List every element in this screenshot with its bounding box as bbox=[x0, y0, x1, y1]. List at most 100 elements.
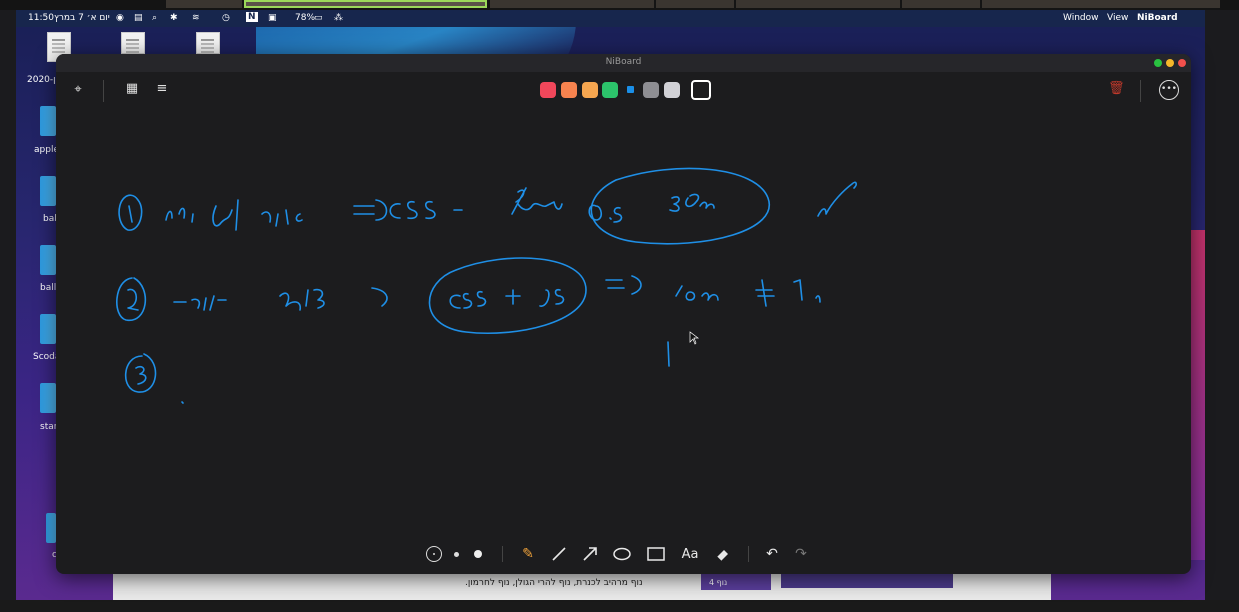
participants-strip bbox=[0, 0, 1239, 10]
battery-percent: 78% bbox=[295, 13, 316, 23]
background-banner bbox=[781, 574, 953, 588]
background-page-text: נוף מרהיב לכנרת, נוף להרי הגולן, נוף לחר… bbox=[465, 578, 643, 588]
participant-thumb[interactable] bbox=[982, 0, 1220, 8]
ink-stroke bbox=[353, 199, 388, 221]
ink-stroke bbox=[588, 204, 623, 223]
ellipse-tool-icon[interactable] bbox=[610, 542, 634, 566]
color-swatch-orange[interactable] bbox=[561, 82, 577, 98]
whiteboard-canvas[interactable] bbox=[56, 110, 1191, 534]
lasso-icon[interactable]: ⌖ bbox=[70, 82, 86, 97]
battery-icon[interactable]: ▭ bbox=[314, 13, 323, 23]
bluetooth-icon[interactable]: ✱ bbox=[170, 13, 178, 23]
notion-icon[interactable]: N bbox=[246, 12, 258, 22]
close-window-button[interactable] bbox=[1178, 59, 1186, 67]
menu-icon[interactable]: ≡ bbox=[153, 81, 171, 96]
trash-icon[interactable]: 🗑 bbox=[1108, 81, 1125, 96]
color-swatch-yellow[interactable] bbox=[582, 82, 598, 98]
toolbar-divider bbox=[502, 546, 503, 562]
niboard-window: NiBoard ⌖ ▦ ≡ 🗑 ••• ✎ Aa ↶ ↷ bbox=[56, 54, 1191, 574]
ink-stroke bbox=[449, 290, 487, 309]
ink-stroke bbox=[261, 209, 303, 227]
folder-label: star bbox=[40, 422, 58, 432]
color-swatch-gray[interactable] bbox=[643, 82, 659, 98]
folder-icon[interactable] bbox=[40, 383, 56, 413]
menu-app-name[interactable]: NiBoard bbox=[1137, 13, 1178, 23]
background-page-tag: 4 נוף bbox=[701, 574, 771, 590]
folder-icon[interactable] bbox=[40, 176, 56, 206]
ink-stroke bbox=[539, 288, 565, 307]
more-options-icon[interactable]: ••• bbox=[1159, 80, 1179, 100]
desktop-file-icon[interactable] bbox=[196, 32, 220, 54]
toolbar-divider bbox=[1140, 80, 1141, 102]
ink-stroke bbox=[118, 194, 143, 231]
ink-stroke bbox=[173, 295, 227, 311]
folder-icon[interactable] bbox=[40, 106, 56, 136]
ink-stroke bbox=[793, 279, 821, 303]
wifi-icon[interactable]: ≋ bbox=[192, 13, 200, 23]
text-tool-icon[interactable]: Aa bbox=[678, 542, 702, 566]
top-toolbar: ⌖ ▦ ≡ 🗑 ••• bbox=[56, 72, 1191, 110]
folder-label: bal bbox=[43, 214, 57, 224]
menu-window[interactable]: Window bbox=[1063, 13, 1099, 23]
time-machine-icon[interactable]: ◷ bbox=[222, 13, 230, 23]
pen-size-medium-icon[interactable] bbox=[444, 542, 468, 566]
redo-icon[interactable]: ↷ bbox=[789, 542, 813, 566]
display-icon[interactable]: ▣ bbox=[268, 13, 277, 23]
eraser-tool-icon[interactable] bbox=[710, 542, 734, 566]
minimize-window-button[interactable] bbox=[1166, 59, 1174, 67]
participant-thumb-active[interactable] bbox=[244, 0, 487, 8]
background-page: נוף מרהיב לכנרת, נוף להרי הגולן, נוף לחר… bbox=[113, 574, 1051, 600]
pen-size-large-icon[interactable] bbox=[466, 542, 490, 566]
grid-icon[interactable]: ▦ bbox=[124, 81, 140, 96]
undo-icon[interactable]: ↶ bbox=[760, 542, 784, 566]
menu-view[interactable]: View bbox=[1107, 13, 1128, 23]
participant-thumb[interactable] bbox=[490, 0, 654, 8]
search-icon[interactable]: ⌕ bbox=[152, 13, 157, 23]
ink-stroke bbox=[116, 277, 147, 321]
siri-icon[interactable]: ◉ bbox=[116, 13, 124, 23]
color-swatch-red[interactable] bbox=[540, 82, 556, 98]
arrow-tool-icon[interactable] bbox=[578, 542, 602, 566]
ink-stroke bbox=[605, 275, 642, 295]
participant-thumb[interactable] bbox=[656, 0, 734, 8]
background-tag-label: 4 נוף bbox=[709, 578, 728, 587]
color-swatch-light-gray[interactable] bbox=[664, 82, 680, 98]
ink-stroke bbox=[755, 279, 775, 307]
ink-stroke bbox=[279, 288, 325, 311]
participant-thumb[interactable] bbox=[166, 0, 242, 8]
ink-stroke bbox=[124, 353, 157, 393]
toolbar-divider bbox=[103, 80, 104, 102]
menubar-time[interactable]: 11:50 bbox=[28, 13, 54, 23]
participant-thumb[interactable] bbox=[736, 0, 900, 8]
participant-thumb[interactable] bbox=[902, 0, 980, 8]
ink-stroke bbox=[675, 285, 719, 301]
ink-stroke bbox=[389, 200, 436, 220]
rectangle-tool-icon[interactable] bbox=[644, 542, 668, 566]
color-swatch-blue[interactable] bbox=[627, 86, 634, 93]
color-swatch-white-selected[interactable] bbox=[691, 80, 711, 100]
ink-stroke bbox=[371, 287, 388, 307]
ink-stroke bbox=[667, 341, 670, 367]
bottom-toolbar: ✎ Aa ↶ ↷ bbox=[56, 534, 1191, 574]
pen-tool-icon[interactable]: ✎ bbox=[516, 542, 540, 566]
mouse-cursor-icon bbox=[689, 331, 700, 345]
zoom-window-button[interactable] bbox=[1154, 59, 1162, 67]
window-titlebar[interactable]: NiBoard bbox=[56, 54, 1191, 72]
ink-stroke bbox=[817, 181, 857, 217]
zoom-controls-bar bbox=[0, 600, 1239, 612]
line-tool-icon[interactable] bbox=[547, 542, 571, 566]
user-switch-icon[interactable]: ⁂ bbox=[334, 13, 343, 23]
ink-stroke bbox=[505, 289, 521, 305]
folder-icon[interactable] bbox=[40, 245, 56, 275]
color-swatch-green[interactable] bbox=[602, 82, 618, 98]
folder-icon[interactable] bbox=[46, 513, 56, 543]
pen-size-small-icon[interactable] bbox=[422, 542, 446, 566]
ink-stroke bbox=[511, 187, 563, 215]
control-center-icon[interactable]: ▤ bbox=[134, 13, 143, 23]
desktop-file-icon[interactable] bbox=[121, 32, 145, 54]
toolbar-divider bbox=[748, 546, 749, 562]
folder-icon[interactable] bbox=[40, 314, 56, 344]
ink-stroke bbox=[669, 193, 715, 212]
ink-stroke bbox=[590, 167, 771, 245]
menubar-date[interactable]: יום א׳ 7 במרץ bbox=[54, 13, 110, 23]
